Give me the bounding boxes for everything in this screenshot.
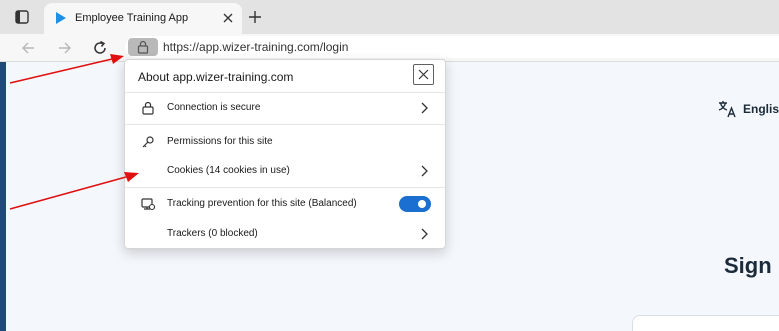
popup-close-button[interactable]: [413, 64, 434, 85]
site-info-button[interactable]: [128, 38, 158, 56]
browser-toolbar: https://app.wizer-training.com/login: [0, 34, 779, 62]
trackers-label: Trackers (0 blocked): [167, 228, 258, 239]
tracking-prevention-icon: [141, 198, 155, 211]
lock-icon: [142, 101, 154, 115]
divider: [125, 124, 445, 125]
permissions-row[interactable]: Permissions for this site: [125, 127, 445, 157]
tab-bar: Employee Training App: [0, 0, 779, 34]
site-info-popup: About app.wizer-training.com Connection …: [124, 59, 446, 249]
tracking-prevention-label: Tracking prevention for this site (Balan…: [167, 198, 357, 209]
url-text[interactable]: https://app.wizer-training.com/login: [163, 40, 348, 54]
window-edge: [0, 62, 6, 331]
key-icon: [142, 136, 154, 148]
chevron-right-icon: [421, 102, 428, 114]
popup-header: About app.wizer-training.com: [125, 60, 445, 93]
address-bar[interactable]: https://app.wizer-training.com/login: [125, 36, 779, 58]
chevron-right-icon: [421, 228, 428, 240]
new-tab-icon[interactable]: [248, 10, 262, 24]
divider: [125, 187, 445, 188]
close-icon: [418, 69, 429, 80]
app-favicon-icon: [56, 12, 66, 24]
tab-actions-icon[interactable]: [14, 9, 30, 25]
language-label: Englis: [743, 102, 779, 116]
tracking-prevention-toggle[interactable]: [399, 196, 431, 212]
tab-title: Employee Training App: [75, 12, 189, 24]
annotation-arrow-cookies: [9, 172, 139, 210]
connection-secure-label: Connection is secure: [167, 102, 261, 113]
popup-title: About app.wizer-training.com: [138, 70, 294, 84]
back-icon[interactable]: [19, 39, 37, 57]
translate-icon: [718, 101, 736, 118]
signin-input-box[interactable]: [632, 315, 779, 331]
connection-secure-row[interactable]: Connection is secure: [125, 93, 445, 123]
toggle-knob: [418, 200, 426, 208]
chevron-right-icon: [421, 165, 428, 177]
forward-icon[interactable]: [56, 39, 74, 57]
tab-employee-training[interactable]: Employee Training App: [44, 3, 242, 34]
close-tab-icon[interactable]: [222, 12, 234, 24]
trackers-row[interactable]: Trackers (0 blocked): [125, 219, 445, 249]
lock-icon: [137, 40, 149, 54]
tracking-prevention-row: Tracking prevention for this site (Balan…: [125, 189, 445, 219]
cookies-label: Cookies (14 cookies in use): [167, 165, 290, 176]
refresh-icon[interactable]: [91, 39, 109, 57]
permissions-label: Permissions for this site: [167, 136, 273, 147]
signin-heading: Sign: [724, 253, 772, 278]
cookies-row[interactable]: Cookies (14 cookies in use): [125, 156, 445, 186]
